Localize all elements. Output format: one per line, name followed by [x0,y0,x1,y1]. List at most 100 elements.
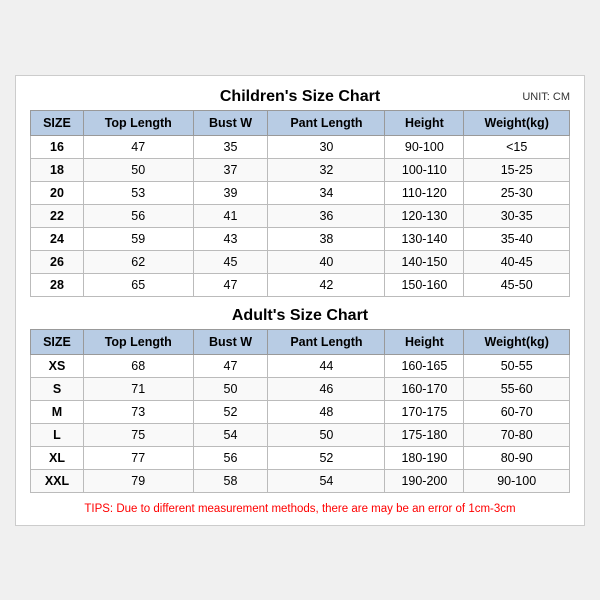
table-cell: L [31,423,84,446]
adults-col-size: SIZE [31,329,84,354]
table-cell: 79 [83,469,193,492]
children-table: SIZE Top Length Bust W Pant Length Heigh… [30,110,570,297]
table-cell: 35-40 [464,227,570,250]
children-title-row: Children's Size Chart UNIT: CM [30,88,570,106]
table-row: 18503732100-11015-25 [31,158,570,181]
table-cell: 75 [83,423,193,446]
children-col-pant-length: Pant Length [268,110,385,135]
table-cell: 50-55 [464,354,570,377]
table-cell: 28 [31,273,84,296]
table-cell: 80-90 [464,446,570,469]
table-row: 26624540140-15040-45 [31,250,570,273]
table-cell: 65 [83,273,193,296]
table-cell: 44 [268,354,385,377]
table-row: M735248170-17560-70 [31,400,570,423]
table-cell: 46 [268,377,385,400]
children-thead: SIZE Top Length Bust W Pant Length Heigh… [31,110,570,135]
adults-title: Adult's Size Chart [232,307,368,325]
table-cell: 45 [193,250,268,273]
table-cell: 26 [31,250,84,273]
table-cell: 70-80 [464,423,570,446]
table-cell: 160-170 [385,377,464,400]
children-title: Children's Size Chart [220,88,380,106]
adults-col-top-length: Top Length [83,329,193,354]
table-cell: 73 [83,400,193,423]
table-cell: 150-160 [385,273,464,296]
table-cell: 170-175 [385,400,464,423]
table-cell: XL [31,446,84,469]
table-cell: 71 [83,377,193,400]
table-row: 24594338130-14035-40 [31,227,570,250]
table-cell: 53 [83,181,193,204]
table-cell: 90-100 [464,469,570,492]
table-row: 22564136120-13030-35 [31,204,570,227]
adults-table: SIZE Top Length Bust W Pant Length Heigh… [30,329,570,493]
children-col-top-length: Top Length [83,110,193,135]
table-cell: 100-110 [385,158,464,181]
table-row: XS684744160-16550-55 [31,354,570,377]
table-cell: 34 [268,181,385,204]
table-cell: 30-35 [464,204,570,227]
table-cell: 50 [83,158,193,181]
table-cell: 25-30 [464,181,570,204]
table-cell: 39 [193,181,268,204]
table-row: XL775652180-19080-90 [31,446,570,469]
table-cell: 20 [31,181,84,204]
table-cell: 42 [268,273,385,296]
table-cell: 160-165 [385,354,464,377]
adults-col-weight: Weight(kg) [464,329,570,354]
table-cell: 38 [268,227,385,250]
adults-header-row: SIZE Top Length Bust W Pant Length Heigh… [31,329,570,354]
adults-col-height: Height [385,329,464,354]
adults-col-pant-length: Pant Length [268,329,385,354]
children-col-bust-w: Bust W [193,110,268,135]
adults-tbody: XS684744160-16550-55S715046160-17055-60M… [31,354,570,492]
table-cell: 32 [268,158,385,181]
children-col-height: Height [385,110,464,135]
table-cell: <15 [464,135,570,158]
table-cell: 110-120 [385,181,464,204]
table-cell: 41 [193,204,268,227]
table-cell: 130-140 [385,227,464,250]
table-cell: 58 [193,469,268,492]
table-cell: 56 [193,446,268,469]
table-cell: 77 [83,446,193,469]
table-cell: 56 [83,204,193,227]
table-cell: 40 [268,250,385,273]
table-cell: 50 [268,423,385,446]
table-cell: 54 [193,423,268,446]
table-cell: 120-130 [385,204,464,227]
table-cell: XS [31,354,84,377]
table-cell: M [31,400,84,423]
table-cell: 40-45 [464,250,570,273]
tips-text: TIPS: Due to different measurement metho… [30,503,570,515]
table-cell: 24 [31,227,84,250]
table-cell: 43 [193,227,268,250]
table-cell: 180-190 [385,446,464,469]
table-cell: S [31,377,84,400]
table-cell: XXL [31,469,84,492]
table-cell: 90-100 [385,135,464,158]
table-row: S715046160-17055-60 [31,377,570,400]
table-cell: 59 [83,227,193,250]
table-cell: 175-180 [385,423,464,446]
children-col-size: SIZE [31,110,84,135]
table-cell: 190-200 [385,469,464,492]
children-col-weight: Weight(kg) [464,110,570,135]
table-row: L755450175-18070-80 [31,423,570,446]
table-cell: 50 [193,377,268,400]
table-cell: 47 [193,354,268,377]
table-cell: 140-150 [385,250,464,273]
table-cell: 54 [268,469,385,492]
table-cell: 47 [83,135,193,158]
children-header-row: SIZE Top Length Bust W Pant Length Heigh… [31,110,570,135]
unit-label: UNIT: CM [522,91,570,103]
adults-thead: SIZE Top Length Bust W Pant Length Heigh… [31,329,570,354]
table-row: XXL795854190-20090-100 [31,469,570,492]
table-cell: 16 [31,135,84,158]
table-cell: 60-70 [464,400,570,423]
table-row: 1647353090-100<15 [31,135,570,158]
children-tbody: 1647353090-100<1518503732100-11015-25205… [31,135,570,296]
table-cell: 45-50 [464,273,570,296]
table-cell: 48 [268,400,385,423]
